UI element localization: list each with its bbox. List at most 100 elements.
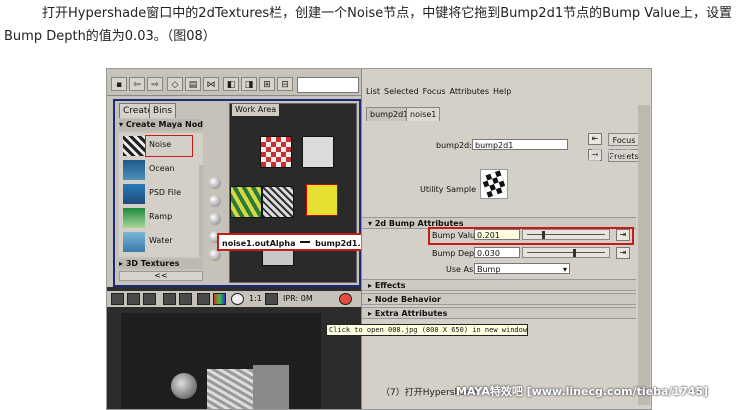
zoom-level: 1:1 — [249, 294, 262, 303]
map-button-icon[interactable]: ⇥ — [616, 229, 630, 241]
node-item-noise[interactable]: Noise — [121, 135, 203, 157]
attribute-editor: List Selected Focus Attributes Help bump2d1 … — [361, 69, 651, 409]
bump-depth-field[interactable]: 0.030 — [474, 247, 520, 258]
ramp-thumbnail-icon — [123, 208, 145, 228]
section-label: Node Behavior — [374, 295, 441, 304]
watermark-logo: 火星时代 — [573, 148, 629, 164]
use-as-dropdown[interactable]: Bump ▾ — [474, 263, 570, 274]
layout-icon[interactable]: ▤ — [185, 77, 201, 91]
section-effects[interactable]: ▸ Effects — [362, 279, 636, 291]
render-toolbar: 1:1 IPR: 0M — [107, 291, 363, 307]
node-type-label: bump2d: — [436, 141, 472, 150]
graph-icon[interactable]: ⋈ — [203, 77, 219, 91]
hypershade-toolbar: ▪ ⇦ ⇨ ◇ ▤ ⋈ ◧ ◨ ⊞ ⊟ — [107, 75, 363, 96]
menu-selected[interactable]: Selected — [384, 87, 419, 96]
use-as-label: Use As: — [446, 265, 476, 274]
maya-screenshot: ▪ ⇦ ⇨ ◇ ▤ ⋈ ◧ ◨ ⊞ ⊟ Create Bins ▾ Create… — [106, 68, 652, 410]
checker-swatch-icon — [480, 170, 508, 198]
bump-value-label: Bump Value — [432, 231, 480, 240]
noise-node[interactable] — [262, 186, 294, 218]
noise-thumbnail-icon — [123, 136, 145, 156]
node-item-ocean[interactable]: Ocean — [121, 159, 203, 181]
texture-node-list: Noise Ocean PSD File Ramp Water — [119, 133, 203, 257]
image-tooltip: Click to open 008.jpg (800 X 650) in new… — [326, 324, 528, 336]
keep-image-icon[interactable] — [265, 293, 278, 305]
menu-help[interactable]: Help — [493, 87, 511, 96]
ae-scrollbar[interactable] — [638, 105, 650, 405]
horizontal-scrollbar[interactable]: << — [119, 271, 203, 281]
3d-textures-header[interactable]: ▸ 3D Textures — [119, 259, 203, 269]
output-connections-icon[interactable]: ◨ — [241, 77, 257, 91]
utility-sample-swatch — [480, 169, 508, 199]
render-image — [121, 313, 321, 409]
ae-menubar: List Selected Focus Attributes Help — [362, 87, 651, 99]
save-image-icon[interactable] — [197, 293, 210, 305]
ocean-thumbnail-icon — [123, 160, 145, 180]
render-view: 1:1 IPR: 0M — [107, 287, 363, 409]
snapshot-icon[interactable] — [179, 293, 192, 305]
clear-graph-icon[interactable]: ⊟ — [277, 77, 293, 91]
map-button-icon[interactable]: ⇥ — [616, 247, 630, 259]
section2-title: 3D Textures — [125, 259, 180, 268]
shader-node[interactable] — [302, 136, 334, 168]
rgb-channel-icon[interactable] — [213, 293, 226, 305]
node-item-psd-file[interactable]: PSD File — [121, 183, 203, 205]
water-thumbnail-icon — [123, 232, 145, 252]
alpha-channel-icon[interactable] — [231, 293, 244, 305]
menu-attributes[interactable]: Attributes — [450, 87, 490, 96]
node-label: PSD File — [149, 188, 181, 197]
bump2d-node[interactable] — [306, 184, 338, 216]
node-item-ramp[interactable]: Ramp — [121, 207, 203, 229]
section-node-behavior[interactable]: ▸ Node Behavior — [362, 293, 636, 305]
slider-thumb[interactable] — [542, 231, 546, 239]
use-as-value: Bump — [477, 265, 501, 274]
cube-render — [253, 365, 289, 409]
clapboard-icon[interactable] — [111, 293, 124, 305]
menu-focus[interactable]: Focus — [423, 87, 446, 96]
shader-ball-icon[interactable] — [209, 195, 221, 207]
node-label: Ramp — [149, 212, 173, 221]
ipr-status: IPR: 0M — [283, 294, 313, 303]
section-title: Create Maya Node — [125, 120, 203, 129]
section-label: Extra Attributes — [374, 309, 448, 318]
slider-thumb[interactable] — [573, 249, 576, 257]
node-name-field[interactable]: bump2d1 — [472, 139, 568, 150]
rubik-texture-node[interactable] — [260, 136, 292, 168]
region-render-icon[interactable] — [143, 293, 156, 305]
graph-network-icon[interactable]: ⊞ — [259, 77, 275, 91]
chevron-down-icon: ▾ — [562, 265, 567, 274]
work-area-tab[interactable]: Work Area — [232, 104, 280, 116]
input-connections-icon[interactable]: ◧ — [223, 77, 239, 91]
section-extra-attributes[interactable]: ▸ Extra Attributes — [362, 307, 636, 319]
node-label: Water — [149, 236, 173, 245]
hypershade-search-field[interactable] — [297, 77, 359, 93]
tutorial-paragraph: 打开Hypershade窗口中的2dTextures栏，创建一个Noise节点，… — [4, 6, 733, 44]
cube-render — [207, 369, 253, 409]
section-label: Effects — [374, 281, 406, 290]
node-list-scrollbar[interactable] — [199, 165, 203, 257]
create-maya-node-header[interactable]: ▾ Create Maya Node — [119, 119, 203, 131]
shader-ball-icon[interactable] — [209, 177, 221, 189]
eraser-icon[interactable]: ◇ — [167, 77, 183, 91]
bump-value-slider[interactable] — [522, 229, 610, 240]
bump-value-field[interactable]: 0.201 — [474, 229, 520, 240]
grid-icon[interactable]: ▪ — [111, 77, 127, 91]
node-item-water[interactable]: Water — [121, 231, 203, 253]
tab-bins[interactable]: Bins — [149, 103, 177, 118]
file-node[interactable] — [230, 186, 262, 218]
menu-list[interactable]: List — [366, 87, 380, 96]
site-watermark: MAYA特效吧 [www.linecg.com/tieba/1745] — [456, 385, 709, 398]
back-arrow-icon[interactable]: ⇦ — [129, 77, 145, 91]
stop-render-icon[interactable] — [339, 293, 352, 305]
clapboard-icon[interactable] — [127, 293, 140, 305]
bump-depth-slider[interactable] — [522, 247, 610, 258]
tab-noise1[interactable]: noise1 — [406, 107, 441, 121]
ipr-icon[interactable] — [163, 293, 176, 305]
shader-ball-icon[interactable] — [209, 213, 221, 225]
focus-arrow-icon[interactable]: ⇤ — [588, 133, 602, 145]
node-label: Ocean — [149, 164, 175, 173]
connection-from: noise1.outAlpha — [222, 239, 296, 248]
forward-arrow-icon[interactable]: ⇨ — [147, 77, 163, 91]
psd-file-thumbnail-icon — [123, 184, 145, 204]
work-area[interactable]: Work Area — [229, 103, 357, 283]
